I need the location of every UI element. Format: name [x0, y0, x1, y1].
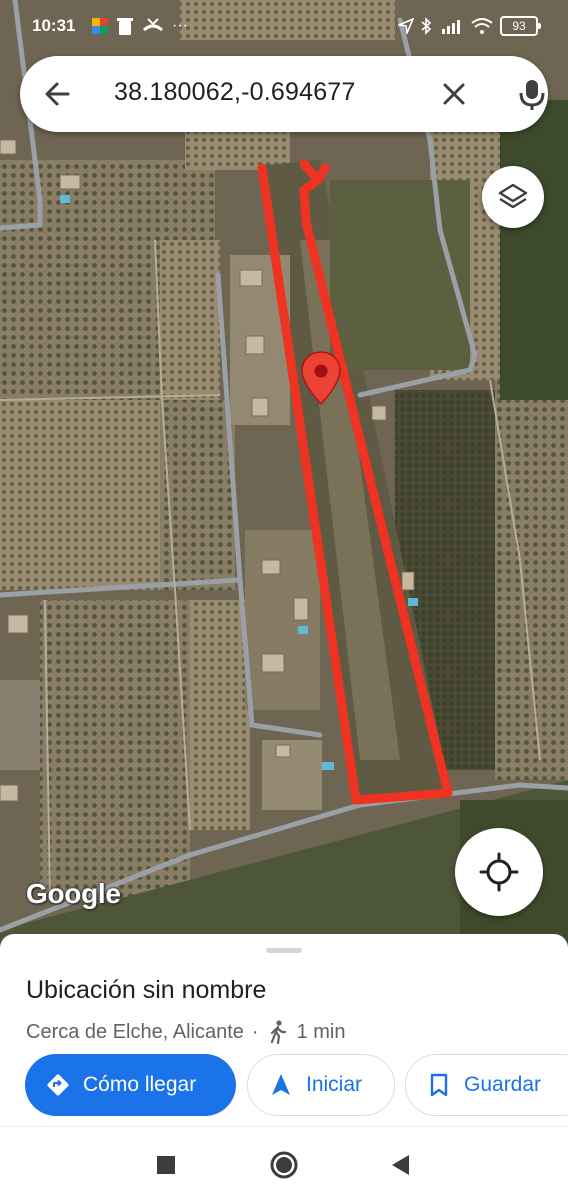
layers-icon — [498, 183, 528, 209]
save-button[interactable]: Guardar — [405, 1054, 568, 1116]
location-pin-icon[interactable] — [300, 350, 342, 406]
location-arrow-icon — [398, 14, 414, 38]
status-time: 10:31 — [32, 16, 76, 35]
walk-time: 1 min — [296, 1020, 346, 1043]
system-navigation-bar — [0, 1126, 568, 1200]
search-query-text[interactable]: 38.180062,-0.694677 — [114, 78, 356, 107]
navigation-arrow-icon — [268, 1072, 294, 1098]
directions-button[interactable]: Cómo llegar — [25, 1054, 236, 1116]
bookmark-icon — [426, 1072, 452, 1098]
place-subtitle: Cerca de Elche, Alicante · 1 min — [26, 1020, 345, 1044]
map-imagery — [0, 0, 568, 960]
my-location-icon — [479, 852, 519, 892]
separator-dot: · — [251, 1020, 259, 1043]
start-button[interactable]: Iniciar — [247, 1054, 395, 1116]
walking-icon — [270, 1020, 286, 1044]
action-buttons: Cómo llegar Iniciar Guardar — [25, 1054, 568, 1118]
recent-apps-icon[interactable] — [150, 1149, 182, 1181]
directions-label: Cómo llegar — [83, 1073, 197, 1096]
my-location-button[interactable] — [455, 828, 543, 916]
arrow-back-icon[interactable] — [40, 76, 76, 112]
layers-button[interactable] — [482, 166, 544, 228]
mic-icon[interactable] — [512, 74, 552, 114]
signal-icon — [440, 14, 464, 38]
photos-app-icon — [90, 14, 110, 38]
save-label: Guardar — [464, 1073, 542, 1096]
drag-handle[interactable] — [266, 948, 302, 953]
close-icon[interactable] — [436, 76, 472, 112]
search-bar[interactable]: 38.180062,-0.694677 — [20, 56, 548, 132]
bluetooth-icon — [420, 14, 432, 38]
trash-icon — [116, 14, 134, 38]
place-locality: Cerca de Elche, Alicante — [26, 1020, 244, 1043]
more-notifications-icon: ··· — [172, 17, 188, 34]
start-label: Iniciar — [306, 1073, 363, 1096]
status-bar: 10:31 ··· 93 — [0, 0, 568, 52]
battery-indicator: 93 — [500, 16, 541, 36]
missed-call-icon — [142, 14, 164, 38]
satellite-map[interactable] — [0, 0, 568, 960]
home-icon[interactable] — [268, 1149, 300, 1181]
directions-icon — [45, 1072, 71, 1098]
back-nav-icon[interactable] — [384, 1149, 416, 1181]
place-title: Ubicación sin nombre — [26, 976, 267, 1004]
google-attribution: Google — [26, 878, 121, 909]
place-bottom-sheet[interactable]: Ubicación sin nombre Cerca de Elche, Ali… — [0, 934, 568, 1126]
wifi-icon — [470, 14, 494, 38]
